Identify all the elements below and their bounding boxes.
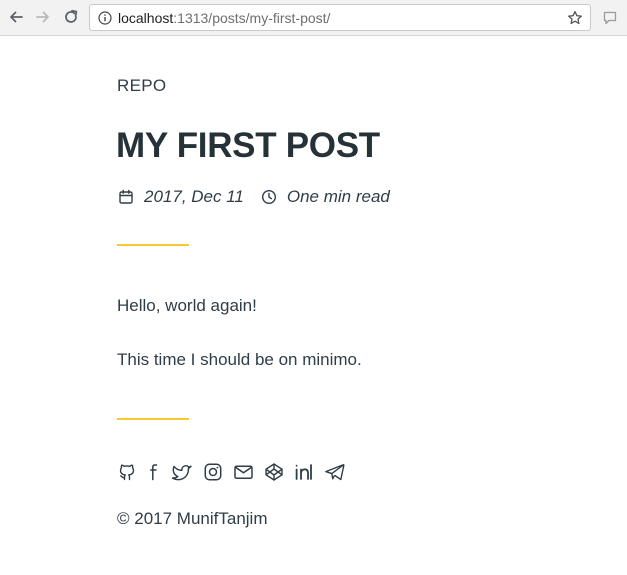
read-time: One min read	[286, 187, 390, 206]
github-link[interactable]	[117, 461, 137, 483]
twitter-icon	[171, 465, 192, 481]
bookmark-star-button[interactable]	[566, 9, 584, 27]
social-links	[117, 461, 356, 483]
divider-bottom	[117, 418, 189, 420]
linkedin-icon	[295, 464, 312, 480]
reload-button[interactable]	[61, 7, 81, 27]
telegram-link[interactable]	[324, 461, 346, 483]
email-icon	[234, 465, 253, 480]
email-link[interactable]	[233, 461, 254, 483]
post-meta: 2017, Dec 11 One min read	[117, 186, 390, 208]
linkedin-link[interactable]	[294, 461, 314, 483]
url-text: localhost:1313/posts/my-first-post/	[118, 10, 330, 26]
url-host: localhost	[118, 9, 174, 26]
clock-icon	[260, 188, 278, 206]
github-icon	[119, 464, 135, 481]
calendar-icon	[117, 188, 135, 206]
arrow-right-icon	[36, 11, 49, 23]
instagram-link[interactable]	[203, 461, 223, 483]
instagram-icon	[204, 463, 222, 481]
telegram-icon	[325, 463, 345, 481]
post-title: MY FIRST POST	[116, 126, 380, 165]
site-title-link[interactable]: REPO	[117, 76, 166, 96]
divider-top	[117, 244, 189, 246]
twitter-link[interactable]	[171, 461, 193, 483]
back-button[interactable]	[6, 7, 26, 27]
facebook-icon	[150, 464, 158, 481]
browser-toolbar: localhost:1313/posts/my-first-post/	[0, 0, 627, 36]
codepen-link[interactable]	[264, 461, 284, 483]
post-paragraph: Hello, world again!	[117, 296, 257, 315]
url-path: :1313/posts/my-first-post/	[173, 9, 331, 26]
post-date: 2017, Dec 11	[144, 187, 244, 206]
info-icon[interactable]	[98, 10, 112, 25]
arrow-left-icon	[10, 11, 23, 23]
star-icon	[568, 10, 582, 25]
copyright-text: © 2017 MunifTanjim	[117, 509, 268, 528]
extension-button[interactable]	[601, 9, 619, 27]
facebook-link[interactable]	[147, 461, 161, 483]
forward-button[interactable]	[33, 7, 53, 27]
post-paragraph: This time I should be on minimo.	[117, 350, 362, 369]
chat-bubble-icon	[603, 11, 617, 25]
codepen-icon	[265, 463, 283, 481]
address-bar[interactable]: localhost:1313/posts/my-first-post/	[89, 4, 591, 31]
reload-icon	[65, 9, 78, 23]
